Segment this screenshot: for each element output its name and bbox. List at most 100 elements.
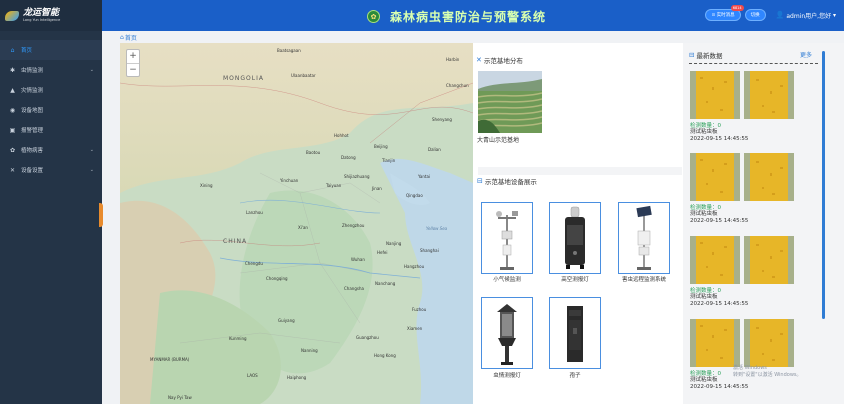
- device-icon: ⊟: [477, 177, 483, 185]
- map-label: Taiyuan: [326, 183, 342, 188]
- app-root: 龙运智能 Long Yun Intelligence ⌂ 首页 ✱ 虫情监测 ⌄…: [0, 0, 844, 404]
- map-label: Guiyang: [278, 318, 295, 323]
- user-menu[interactable]: 👤 admin用户,您好 ▾: [776, 11, 836, 20]
- chevron-down-icon: ⌄: [89, 147, 94, 153]
- map-label: Baotou: [306, 150, 321, 155]
- map-label: MONGOLIA: [223, 75, 264, 82]
- pest-lamp-icon: [497, 304, 517, 365]
- record-name: 测试粘虫板: [690, 294, 718, 300]
- map-label: Hohhot: [334, 133, 349, 138]
- latest-data-panel: ⊟ 最新数据 更多 检测数量：0 测试粘虫板 2022-09-15 14:45:…: [683, 43, 844, 404]
- demo-base-photo[interactable]: [478, 71, 542, 133]
- sidebar: 龙运智能 Long Yun Intelligence ⌂ 首页 ✱ 虫情监测 ⌄…: [0, 0, 102, 404]
- data-record[interactable]: 检测数量：0 测试粘虫板 2022-09-15 14:45:55: [690, 236, 810, 308]
- record-time: 2022-09-15 14:45:55: [690, 218, 749, 224]
- map-label: Nay Pyi Taw: [168, 395, 192, 400]
- data-icon: ⊟: [689, 51, 695, 59]
- map-label: LAOS: [247, 373, 258, 378]
- record-time: 2022-09-15 14:45:55: [690, 136, 749, 142]
- more-link[interactable]: 更多: [800, 50, 812, 59]
- data-record[interactable]: 检测数量：0 测试粘虫板 2022-09-15 14:45:55: [690, 71, 810, 143]
- map-label: Changchun: [446, 83, 469, 88]
- demo-base-panel: ✕ 示范基地分布 大青山示范基地 ⊟ 示范基地设备展示 小气候监测 高空测报灯 …: [473, 43, 683, 404]
- sticky-trap-image[interactable]: [744, 236, 794, 284]
- windows-activation-watermark: 激活 Windows 转到"设置"以激活 Windows。: [733, 365, 802, 378]
- device-card-spore[interactable]: [549, 297, 601, 369]
- breadcrumb-home: 首页: [124, 35, 137, 42]
- scrollbar[interactable]: [822, 51, 825, 319]
- map-label: Baatsagaan: [277, 48, 301, 53]
- weather-station-icon: [496, 211, 518, 270]
- logo-tagline: Long Yun Intelligence: [23, 17, 61, 22]
- chevron-down-icon: ⌄: [89, 67, 94, 73]
- zoom-out-button[interactable]: −: [127, 63, 139, 76]
- map-icon: ◉: [9, 106, 16, 114]
- device-card-pest-lamp[interactable]: [481, 297, 533, 369]
- sticky-trap-image[interactable]: [744, 153, 794, 201]
- map-zoom-control: + −: [126, 49, 140, 77]
- remote-monitor-icon: [636, 205, 652, 270]
- map-label: Harbin: [446, 57, 460, 62]
- sidebar-item-disaster-monitor[interactable]: ▲ 灾情监测: [0, 80, 102, 100]
- latest-data-title: ⊟ 最新数据: [689, 50, 818, 64]
- map-label: Ulaanbaatar: [291, 73, 316, 78]
- map-label: Hefei: [377, 250, 388, 255]
- zoom-in-button[interactable]: +: [127, 50, 139, 63]
- realtime-message-button[interactable]: ⊙ 实时消息 6814: [705, 5, 744, 21]
- sidebar-item-label: 报警管理: [21, 128, 44, 134]
- map-label: Hong Kong: [374, 353, 396, 358]
- record-name: 测试粘虫板: [690, 211, 718, 217]
- device-label: 高空测报灯: [561, 277, 589, 283]
- section-divider: [478, 167, 682, 175]
- sidebar-item-home[interactable]: ⌂ 首页: [0, 40, 102, 60]
- map-label: Beijing: [374, 144, 388, 149]
- map-label: Lanzhou: [246, 210, 263, 215]
- alarm-icon: ▣: [9, 126, 16, 134]
- logo-name: 龙运智能: [23, 7, 60, 18]
- logo[interactable]: 龙运智能 Long Yun Intelligence: [0, 0, 102, 31]
- map-label: CHINA: [223, 238, 248, 245]
- map-label: Shijiazhuang: [344, 174, 370, 179]
- map-label: Jinan: [372, 186, 382, 191]
- sidebar-item-label: 设备设置: [21, 168, 44, 174]
- record-name: 测试粘虫板: [690, 129, 718, 135]
- map-label: Yantai: [418, 174, 431, 179]
- map-label: Nanjing: [386, 241, 402, 246]
- data-record[interactable]: 检测数量：0 测试粘虫板 2022-09-15 14:45:55: [690, 153, 810, 225]
- sidebar-item-device-map[interactable]: ◉ 设备地图: [0, 100, 102, 120]
- sticky-trap-image[interactable]: [744, 319, 794, 367]
- device-card-remote-monitor[interactable]: [618, 202, 670, 274]
- sidebar-item-pest-monitor[interactable]: ✱ 虫情监测 ⌄: [0, 60, 102, 80]
- sidebar-item-device-settings[interactable]: ✕ 设备设置 ⌄: [0, 160, 102, 180]
- sidebar-item-label: 设备地图: [21, 108, 44, 114]
- sidebar-item-label: 虫情监测: [21, 68, 44, 74]
- sticky-trap-image[interactable]: [690, 319, 740, 367]
- device-card-high-altitude-lamp[interactable]: [549, 202, 601, 274]
- sidebar-item-plant-disease[interactable]: ✿ 植物病害 ⌄: [0, 140, 102, 160]
- spore-trap-icon: [567, 306, 583, 362]
- sidebar-item-alarm[interactable]: ▣ 报警管理: [0, 120, 102, 140]
- message-count-badge: 6814: [730, 5, 744, 11]
- map-label: Xi'an: [298, 225, 308, 230]
- sidebar-collapse-handle[interactable]: [99, 203, 103, 227]
- demo-base-title: ✕ 示范基地分布: [476, 56, 523, 65]
- demo-base-caption: 大青山示范基地: [477, 137, 520, 144]
- device-card-microclimate[interactable]: [481, 202, 533, 274]
- switch-button[interactable]: 切换: [744, 9, 766, 21]
- sidebar-menu: ⌂ 首页 ✱ 虫情监测 ⌄ ▲ 灾情监测 ◉ 设备地图 ▣ 报警管理 ✿ 植物病…: [0, 40, 102, 180]
- user-icon: 👤: [775, 11, 785, 19]
- sticky-trap-image[interactable]: [690, 153, 740, 201]
- sticky-trap-image[interactable]: [690, 71, 740, 119]
- device-map[interactable]: + − Baatsagaan Ulaanbaatar MONGOLIA Baot…: [120, 43, 473, 404]
- map-label: Yinchuan: [280, 178, 299, 183]
- sticky-trap-image[interactable]: [744, 71, 794, 119]
- map-label: Shenyang: [432, 117, 452, 122]
- data-record[interactable]: 检测数量：0 测试粘虫板 2022-09-15 14:45:55: [690, 319, 810, 391]
- detection-count: 检测数量：0: [690, 288, 721, 294]
- breadcrumb[interactable]: ⌂ 首页: [120, 33, 137, 42]
- sticky-trap-image[interactable]: [690, 236, 740, 284]
- device-label: 孢子: [569, 373, 581, 379]
- map-label: Qingdao: [406, 193, 423, 198]
- high-altitude-lamp-icon: [565, 206, 585, 269]
- map-terrain: [120, 43, 473, 404]
